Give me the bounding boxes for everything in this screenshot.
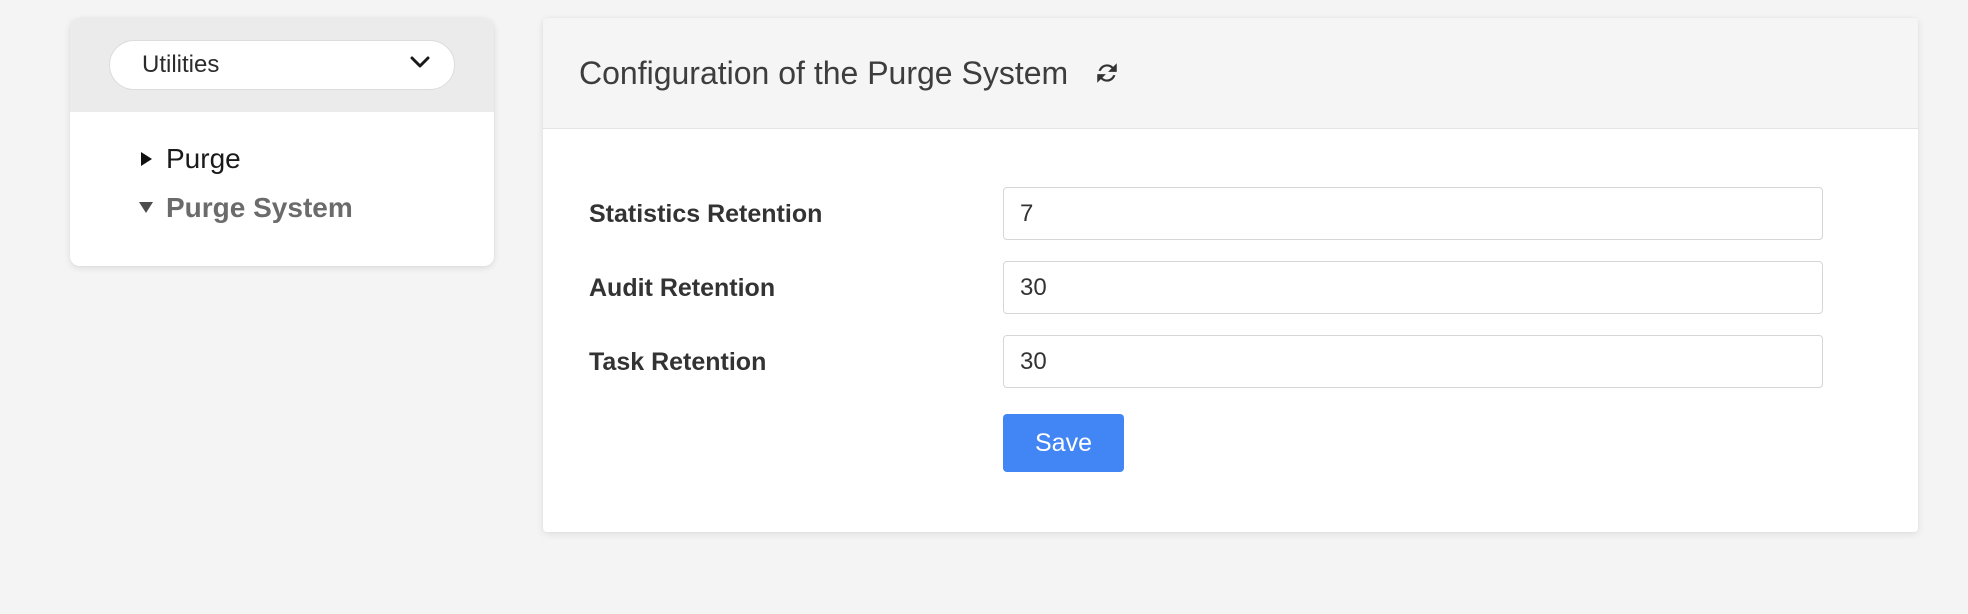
task-retention-label: Task Retention: [589, 347, 767, 376]
form-row-task-retention: Task Retention: [543, 335, 1918, 388]
sidebar-header: Utilities: [70, 18, 494, 112]
save-button[interactable]: Save: [1003, 414, 1124, 472]
form-actions-spacer: [543, 414, 1003, 472]
audit-retention-label: Audit Retention: [589, 273, 776, 302]
module-select[interactable]: Utilities: [109, 40, 455, 90]
sidebar-panel: Utilities Purge Purge System: [70, 18, 494, 266]
sidebar-item-purge[interactable]: Purge: [70, 134, 494, 183]
form-row-audit-retention: Audit Retention: [543, 261, 1918, 314]
sidebar-tree: Purge Purge System: [70, 112, 494, 266]
form-actions: Save: [543, 414, 1918, 472]
triangle-right-icon[interactable]: [138, 151, 154, 166]
audit-retention-input[interactable]: [1003, 261, 1823, 314]
refresh-icon[interactable]: [1094, 60, 1120, 86]
main-panel: Configuration of the Purge System Statis…: [543, 18, 1918, 532]
triangle-down-icon[interactable]: [138, 202, 154, 213]
statistics-retention-input[interactable]: [1003, 187, 1823, 240]
panel-body: Statistics Retention Audit Retention Tas…: [543, 129, 1918, 532]
chevron-down-icon: [410, 56, 430, 74]
page-title: Configuration of the Purge System: [579, 55, 1069, 91]
task-retention-input[interactable]: [1003, 335, 1823, 388]
sidebar-item-label: Purge System: [166, 192, 353, 223]
module-select-value: Utilities: [142, 51, 220, 78]
sidebar-item-purge-system[interactable]: Purge System: [70, 183, 494, 232]
sidebar-item-label: Purge: [166, 143, 241, 174]
statistics-retention-label: Statistics Retention: [589, 199, 823, 228]
panel-header: Configuration of the Purge System: [543, 18, 1918, 129]
form-row-statistics-retention: Statistics Retention: [543, 187, 1918, 240]
